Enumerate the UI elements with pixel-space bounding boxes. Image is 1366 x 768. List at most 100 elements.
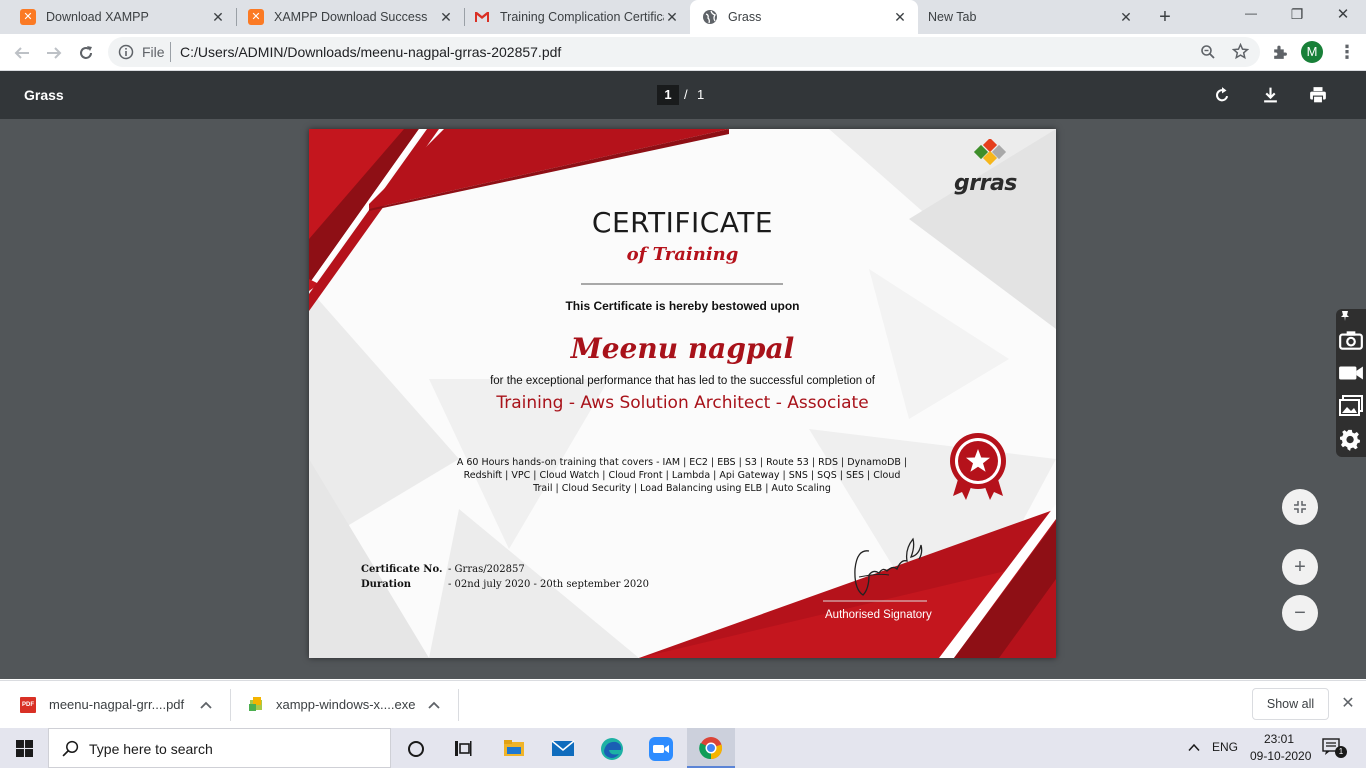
gallery-icon[interactable] [1339,395,1363,417]
signatory-label: Authorised Signatory [825,609,932,621]
close-icon[interactable]: ✕ [1118,9,1134,25]
show-all-button[interactable]: Show all [1252,688,1329,720]
duration-label: Duration [361,579,412,590]
zoom-in-button[interactable]: + [1282,549,1318,585]
mail-icon[interactable] [551,740,575,757]
forward-button[interactable] [40,39,68,67]
page-number-input[interactable]: 1 [657,85,679,105]
tab-title: XAMPP Download Success [274,10,428,24]
star-icon[interactable] [1232,43,1249,60]
tab-new-tab[interactable]: New Tab ✕ [918,0,1144,34]
certificate-subheading: of Training [626,244,739,265]
extensions-icon[interactable] [1271,44,1288,61]
tab-strip: Download XAMPP ✕ XAMPP Download Success … [0,0,1366,34]
description-line: Trail | Cloud Security | Load Balancing … [533,483,831,494]
tab-title: Download XAMPP [46,10,149,24]
capture-sidebar [1336,309,1366,457]
chevron-up-icon[interactable] [200,700,212,710]
arrow-left-icon [14,47,29,59]
recipient-name: Meenu nagpal [570,332,795,365]
download-item[interactable]: PDF meenu-nagpal-grr....pdf [0,681,230,729]
tab-grass[interactable]: Grass ✕ [690,0,918,34]
bestowed-text: This Certificate is hereby bestowed upon [565,299,800,313]
taskbar-search-box[interactable]: Type here to search [48,728,391,768]
tab-title: New Tab [928,10,977,24]
reload-button[interactable] [72,39,100,67]
minus-icon: − [1294,602,1306,624]
chevron-up-icon[interactable] [1188,743,1200,752]
tab-download-xampp[interactable]: Download XAMPP ✕ [0,0,236,34]
clock-date[interactable]: 09-10-2020 [1250,749,1311,763]
address-bar[interactable]: File C:/Users/ADMIN/Downloads/meenu-nagp… [108,37,1260,67]
download-item[interactable]: xampp-windows-x....exe [231,681,458,729]
zoom-app-icon[interactable] [649,737,673,761]
edge-icon[interactable] [600,737,624,761]
window-close-button[interactable]: ✕ [1328,5,1358,25]
info-icon[interactable] [118,44,134,60]
url-text[interactable]: C:/Users/ADMIN/Downloads/meenu-nagpal-gr… [180,44,561,60]
chrome-taskbar-button[interactable] [687,728,735,768]
pdf-toolbar: Grass 1 / 1 [0,71,1366,119]
reload-icon [80,46,92,59]
pdf-icon: PDF [20,697,36,713]
xampp-icon [20,9,36,25]
profile-avatar[interactable]: M [1301,41,1323,63]
arrow-right-icon [47,47,62,59]
clock-time[interactable]: 23:01 [1264,732,1294,746]
course-description: A 60 Hours hands-on training that covers… [419,456,945,495]
course-title: Training - Aws Solution Architect - Asso… [496,393,869,413]
close-icon[interactable]: ✕ [664,9,680,25]
description-line: Redshift | VPC | Cloud Watch | Cloud Fro… [463,470,901,481]
xampp-installer-icon [249,697,262,711]
camera-icon[interactable] [1338,329,1364,351]
certificate-heading: CERTIFICATE [591,206,774,239]
windows-start-icon[interactable] [16,740,33,757]
tab-title: Training Complication Certifica [500,10,664,24]
notification-count-badge: 1 [1335,746,1347,758]
fit-page-button[interactable] [1282,489,1318,525]
language-indicator[interactable]: ENG [1212,740,1238,754]
tab-xampp-download-success[interactable]: XAMPP Download Success ✕ [236,0,464,34]
chevron-up-icon[interactable] [428,700,440,710]
file-explorer-icon[interactable] [503,739,525,757]
total-pages: 1 [697,87,705,102]
tab-training-certificate[interactable]: Training Complication Certifica ✕ [464,0,690,34]
minimize-button[interactable]: — [1236,6,1266,26]
download-filename: xampp-windows-x....exe [276,697,416,712]
pdf-title: Grass [24,87,64,103]
notification-button[interactable]: 1 [1322,738,1347,760]
close-icon[interactable]: ✕ [210,9,226,25]
divider [458,689,459,721]
search-icon [62,740,79,757]
cert-no-label: Certificate No. [361,564,443,575]
zoom-out-button[interactable]: − [1282,595,1318,631]
grras-logo-text: grras [954,171,1017,196]
duration-value: - 02nd july 2020 - 20th september 2020 [448,579,650,590]
signature-image [854,537,923,596]
cortana-icon[interactable] [407,740,425,758]
download-icon[interactable] [1262,86,1279,104]
close-downloads-button[interactable]: ✕ [1338,693,1358,715]
close-icon[interactable]: ✕ [438,9,454,25]
maximize-button[interactable]: ❐ [1282,6,1312,26]
zoom-icon[interactable] [1200,44,1216,60]
menu-button[interactable]: ⋮ [1337,42,1357,62]
back-button[interactable] [8,39,36,67]
downloads-bar: PDF meenu-nagpal-grr....pdf xampp-window… [0,680,1366,728]
pin-icon[interactable] [1339,310,1351,322]
rotate-icon[interactable] [1213,86,1231,104]
grras-logo-icon [973,139,1007,166]
browser-toolbar: File C:/Users/ADMIN/Downloads/meenu-nagp… [0,34,1366,71]
chrome-icon [699,737,723,760]
completion-text: for the exceptional performance that has… [490,375,875,387]
task-view-icon[interactable] [454,740,472,757]
print-icon[interactable] [1309,86,1327,104]
new-tab-button[interactable]: + [1153,6,1177,28]
xampp-icon [248,9,264,25]
search-placeholder: Type here to search [89,741,213,757]
gear-icon[interactable] [1340,429,1362,451]
fit-icon [1294,501,1306,513]
download-filename: meenu-nagpal-grr....pdf [49,697,185,712]
close-icon[interactable]: ✕ [892,9,908,25]
video-icon[interactable] [1338,363,1364,383]
